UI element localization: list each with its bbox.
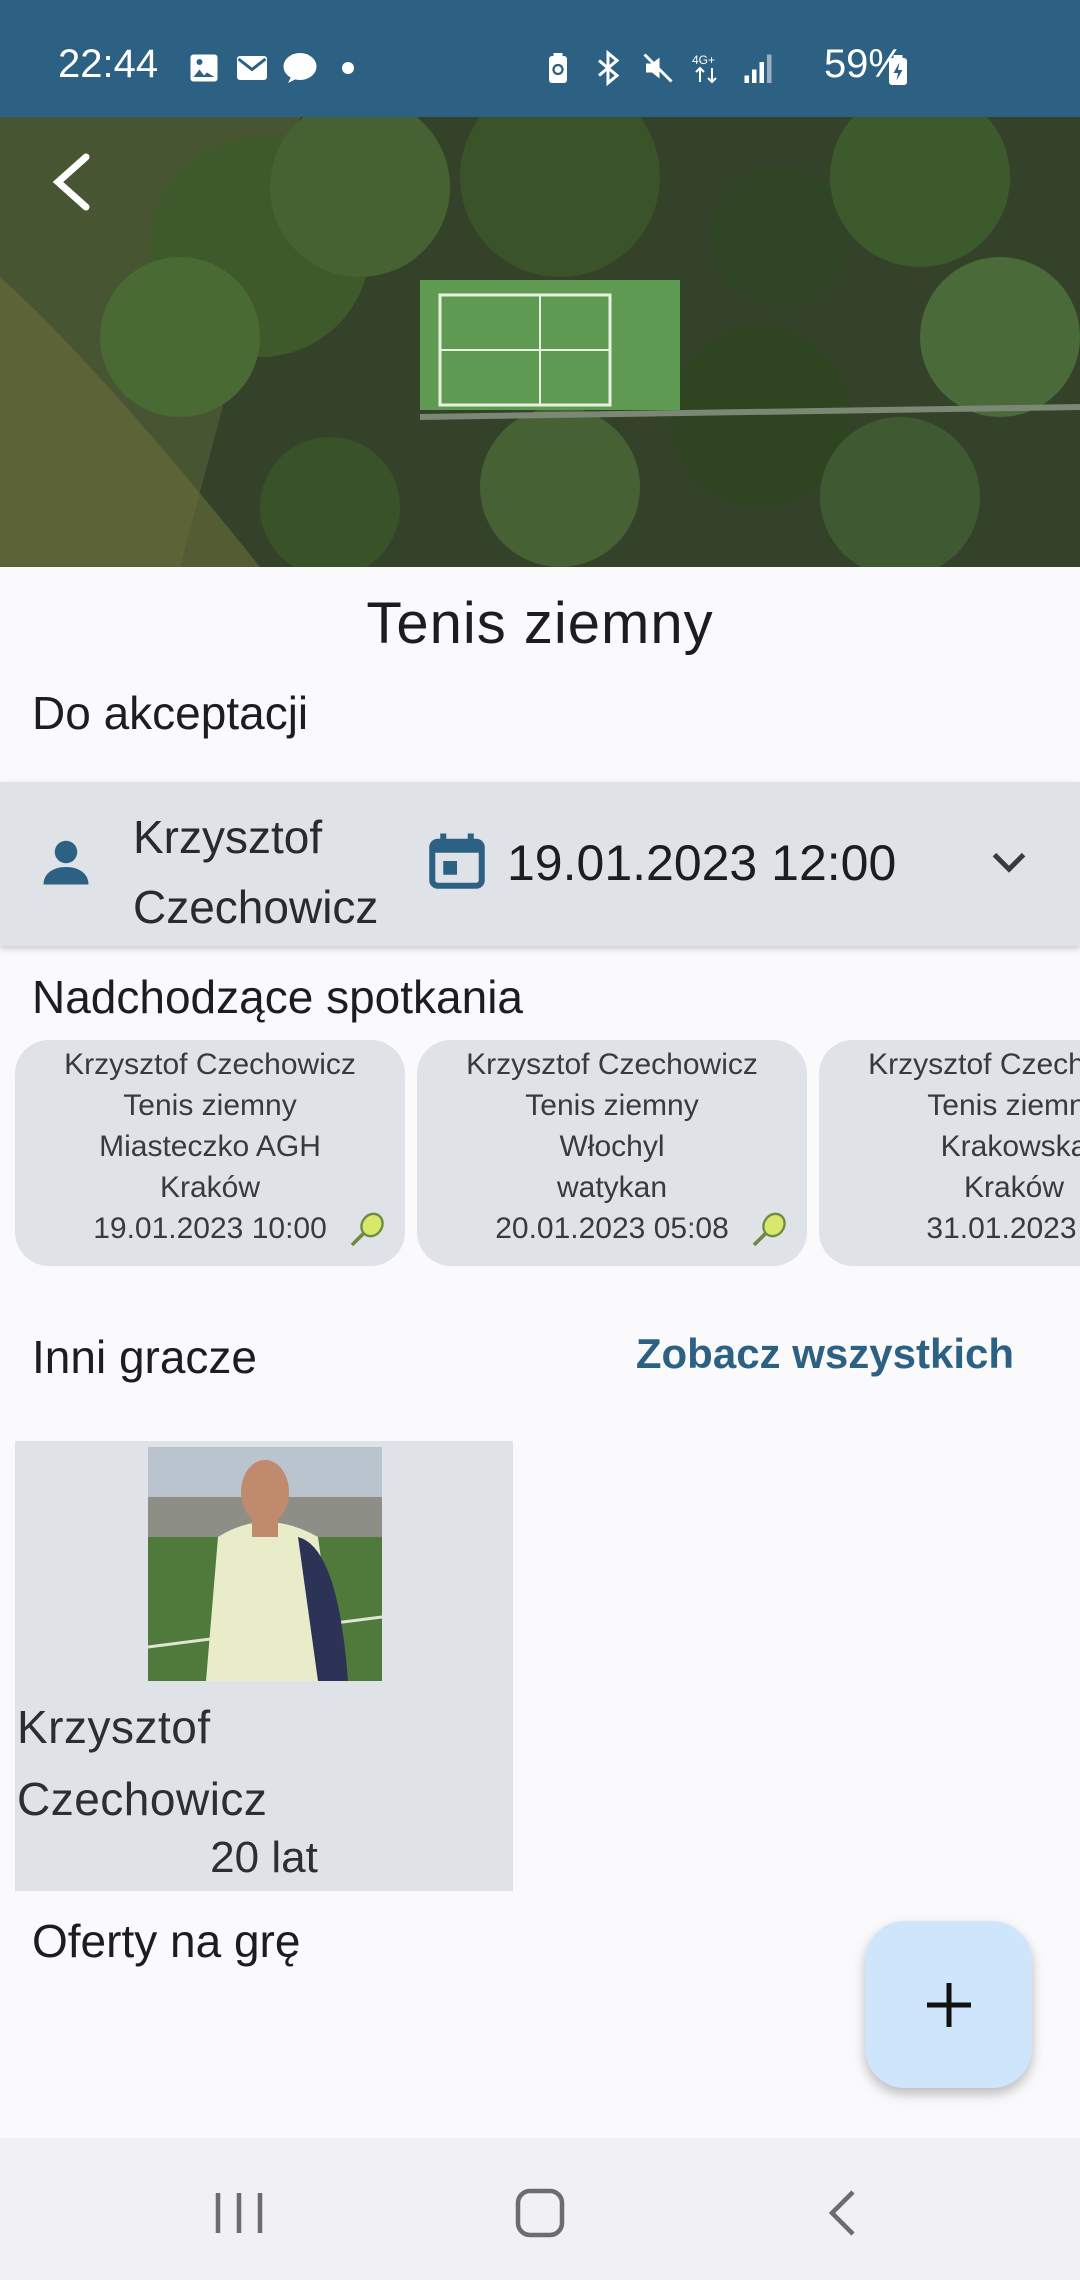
- hero-image: [0, 117, 1080, 567]
- page-title: Tenis ziemny: [366, 591, 714, 656]
- tennis-racket-icon: [752, 1212, 786, 1247]
- back-icon[interactable]: [808, 2178, 878, 2248]
- network-icon: 4G+: [692, 53, 717, 84]
- upcoming-cards-list[interactable]: Krzysztof Czechowicz Tenis ziemny Miaste…: [0, 1040, 1080, 1270]
- add-button[interactable]: [865, 1921, 1032, 2088]
- recent-apps-icon[interactable]: [204, 2178, 274, 2248]
- notification-icons: [186, 50, 366, 86]
- gallery-icon: [190, 54, 218, 82]
- pending-player-name: Krzysztof Czechowicz: [133, 811, 379, 933]
- person-icon: [43, 840, 89, 885]
- players-section-label: Inni gracze: [32, 1331, 258, 1383]
- mail-icon: [237, 56, 267, 80]
- mute-icon: [643, 53, 673, 83]
- battery-saver-icon: [549, 53, 567, 83]
- status-bar: 22:44 4G+ 59%: [0, 0, 1080, 117]
- tennis-court-aerial-image: [0, 117, 1080, 567]
- chevron-down-icon[interactable]: [984, 838, 1034, 888]
- svg-text:4G+: 4G+: [692, 53, 715, 67]
- pending-section-label: Do akceptacji: [32, 687, 309, 739]
- talk-icon: [283, 53, 317, 83]
- player-age: 20 lat: [210, 1833, 318, 1882]
- upcoming-card[interactable]: Krzysztof Czechowicz Tenis ziemny Krakow…: [819, 1040, 1080, 1266]
- home-icon[interactable]: [505, 2178, 575, 2248]
- player-avatar-image: [148, 1447, 382, 1681]
- player-photo: [148, 1447, 382, 1681]
- system-navigation-bar: [0, 2138, 1080, 2280]
- calendar-icon: [429, 833, 485, 889]
- player-name: Krzysztof Czechowicz: [17, 1701, 268, 1825]
- dot-icon: [342, 62, 354, 74]
- offers-section-label: Oferty na grę: [32, 1915, 301, 1967]
- bluetooth-icon: [598, 50, 620, 86]
- player-card[interactable]: Krzysztof Czechowicz 20 lat: [15, 1441, 513, 1891]
- signal-icon: [744, 54, 772, 83]
- system-icons: 4G+: [540, 50, 776, 86]
- pending-request-row[interactable]: Krzysztof Czechowicz 19.01.2023 12:00: [0, 782, 1080, 946]
- battery-icon: [889, 55, 907, 85]
- pending-datetime: 19.01.2023 12:00: [507, 835, 897, 891]
- upcoming-card[interactable]: Krzysztof Czechowicz Tenis ziemny Miaste…: [15, 1040, 405, 1266]
- see-all-players-link[interactable]: Zobacz wszystkich: [636, 1330, 1014, 1378]
- back-arrow-icon[interactable]: [44, 147, 104, 217]
- upcoming-card[interactable]: Krzysztof Czechowicz Tenis ziemny Włochy…: [417, 1040, 807, 1266]
- tennis-racket-icon: [350, 1212, 384, 1247]
- upcoming-section-label: Nadchodzące spotkania: [32, 971, 523, 1023]
- status-time: 22:44: [58, 42, 159, 86]
- plus-icon: [927, 1983, 971, 2027]
